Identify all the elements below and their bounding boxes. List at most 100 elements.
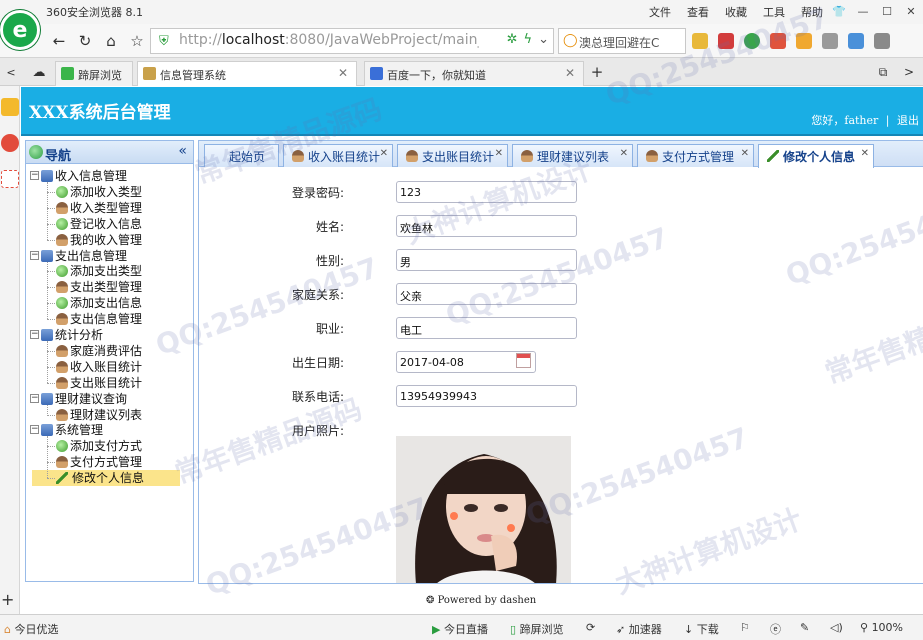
browser-logo-icon[interactable]: e [0,10,40,50]
home-icon[interactable]: ⌂ [100,30,122,52]
browser-tab-grid[interactable]: 蹄屏浏览 [55,61,133,86]
browser-titlebar: 360安全浏览器 8.1 文件 查看 收藏 工具 帮助 👕 — ☐ ✕ [0,0,923,24]
tab-list-icon[interactable]: ⧉ [872,61,894,83]
shirt-icon[interactable]: 👕 [827,0,851,22]
status-today-picks[interactable]: ⌂ 今日优选 [4,621,58,637]
browser-tab-system[interactable]: 信息管理系统 ✕ [137,61,357,86]
ie-icon[interactable]: ⓔ [770,621,781,637]
mail-icon[interactable] [718,33,734,49]
logout-link[interactable]: 退出 [897,114,919,127]
main-tab[interactable]: 支付方式管理 ✕ [637,144,754,167]
tab-scroll-right-icon[interactable]: > [898,61,920,83]
tree-connector [47,382,55,384]
edit-profile-form: 登录密码: 123 姓名: 欢鱼林 性别: 男 家庭关系: 父亲 职业: 电工 … [199,168,923,583]
collapse-toggle-icon[interactable]: − [30,171,39,180]
back-icon[interactable]: ← [48,30,70,52]
security-icon[interactable] [744,33,760,49]
birth-date-field[interactable]: 2017-04-08 [396,351,536,373]
menu-tools[interactable]: 工具 [763,4,785,20]
menu-view[interactable]: 查看 [687,4,709,20]
status-split-screen[interactable]: ▯ 蹄屏浏览 [510,621,564,637]
status-accelerator[interactable]: ➶ 加速器 [616,621,662,637]
collapse-toggle-icon[interactable]: − [30,393,39,403]
close-icon[interactable]: ✕ [495,148,503,159]
tree-item[interactable]: 添加收入类型 [26,184,191,200]
tree-item[interactable]: 登记收入信息 [26,216,191,232]
adblock-icon[interactable] [770,33,786,49]
job-field[interactable]: 电工 [396,317,577,339]
footer-text: ❂ Powered by dashen [426,595,537,606]
collapse-toggle-icon[interactable]: − [30,425,39,435]
refresh-cycle-icon[interactable]: ⟳ [586,621,595,634]
minimize-icon[interactable]: — [851,0,875,22]
tree-item[interactable]: 添加支付方式 [26,438,191,454]
close-window-icon[interactable]: ✕ [899,0,923,22]
phone-field[interactable]: 13954939943 [396,385,577,407]
tree-item[interactable]: 收入类型管理 [26,200,191,216]
tree-item[interactable]: 添加支出类型 [26,263,191,279]
main-tab[interactable]: 收入账目统计 ✕ [283,144,393,167]
menu-help[interactable]: 帮助 [801,4,823,20]
close-icon[interactable]: ✕ [741,148,749,159]
translate-icon[interactable] [796,33,812,49]
url-text[interactable]: http://localhost:8080/JavaWebProject/mai… [179,32,479,48]
menu-file[interactable]: 文件 [649,4,671,20]
tree-item[interactable]: 支出信息管理 [26,311,191,327]
add-sidebar-icon[interactable]: + [1,590,19,609]
user-icon [56,201,68,214]
menu-icon[interactable] [874,33,890,49]
tree-item[interactable]: 家庭消费评估 [26,343,191,359]
tree-item[interactable]: 支出账目统计 [26,375,191,391]
tree-item[interactable]: 支付方式管理 [26,454,191,470]
name-field[interactable]: 欢鱼林 [396,215,577,237]
address-bar[interactable]: ⛨ http://localhost:8080/JavaWebProject/m… [150,28,554,54]
tree-item[interactable]: 修改个人信息 [26,470,191,487]
paint-icon[interactable]: ✎ [800,621,809,634]
tree-connector [47,436,48,479]
search-box[interactable]: ◯ 澳总理回避在C [558,28,686,54]
email-icon[interactable] [1,170,19,188]
main-tab[interactable]: 理财建议列表 ✕ [512,144,633,167]
gender-field[interactable]: 男 [396,249,577,271]
tree-item[interactable]: 添加支出信息 [26,295,191,311]
close-icon[interactable]: ✕ [565,66,575,80]
collapse-toggle-icon[interactable]: − [30,330,39,339]
loading-icon[interactable]: ✲ [507,32,518,47]
main-tab[interactable]: 起始页 [204,144,279,167]
browser-tab-baidu[interactable]: 百度一下，你就知道 ✕ [364,61,584,86]
lightning-icon[interactable]: ϟ [524,32,533,47]
status-live[interactable]: ▶ 今日直播 [432,621,488,637]
tree-item[interactable]: 理财建议列表 [26,407,191,423]
star-icon[interactable]: ☆ [126,30,148,52]
game-icon[interactable] [822,33,838,49]
collapse-toggle-icon[interactable]: − [30,250,39,260]
main-tab[interactable]: 支出账目统计 ✕ [397,144,508,167]
main-tab[interactable]: 修改个人信息 ✕ [758,144,874,168]
collapse-icon[interactable]: « [178,143,187,159]
tab-scroll-left-icon[interactable]: < [0,61,22,83]
menu-favorites[interactable]: 收藏 [725,4,747,20]
maximize-icon[interactable]: ☐ [875,0,899,22]
refresh-icon[interactable]: ↻ [74,30,96,52]
screenshot-icon[interactable] [848,33,864,49]
tree-item[interactable]: 收入账目统计 [26,359,191,375]
flag-icon[interactable]: ⚐ [740,621,750,634]
speaker-icon[interactable]: ◁) [830,621,843,634]
tree-item[interactable]: 我的收入管理 [26,232,191,248]
tree-item[interactable]: 支出类型管理 [26,279,191,295]
chevron-down-icon[interactable]: ⌄ [538,32,549,47]
favorites-star-icon[interactable] [1,98,19,116]
weibo-icon[interactable] [1,134,19,152]
status-download[interactable]: ↓ 下载 [684,621,719,637]
password-field[interactable]: 123 [396,181,577,203]
status-zoom[interactable]: ⚲ 100% [860,621,903,634]
close-icon[interactable]: ✕ [861,148,869,159]
calendar-icon[interactable] [516,353,531,368]
new-tab-icon[interactable]: + [586,61,608,83]
close-icon[interactable]: ✕ [380,148,388,159]
close-icon[interactable]: ✕ [620,148,628,159]
close-icon[interactable]: ✕ [338,66,348,80]
cloud-icon[interactable]: ☁ [28,61,50,83]
apps-icon[interactable] [692,33,708,49]
relation-field[interactable]: 父亲 [396,283,577,305]
